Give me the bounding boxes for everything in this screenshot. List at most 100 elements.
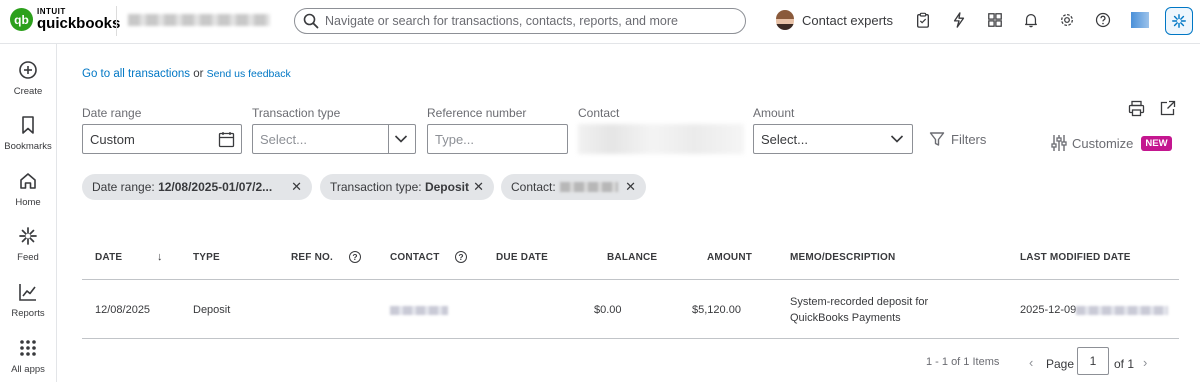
cell-contact-redacted [390, 306, 448, 315]
close-icon[interactable]: ✕ [291, 179, 302, 195]
gear-icon[interactable] [1058, 11, 1076, 29]
topbar-divider [116, 6, 117, 36]
apps-grid-icon[interactable] [986, 11, 1004, 29]
transaction-type-placeholder: Select... [260, 131, 307, 147]
col-last-modified[interactable]: LAST MODIFIED DATE [1020, 252, 1131, 263]
help-icon[interactable]: ? [349, 251, 361, 263]
col-amount[interactable]: AMOUNT [707, 252, 752, 263]
company-name-redacted [128, 14, 270, 26]
reference-number-label: Reference number [427, 106, 527, 120]
all-transactions-link[interactable]: Go to all transactions [82, 68, 190, 80]
chip-transaction-type: Transaction type: Deposit ✕ [320, 174, 494, 200]
date-range-field[interactable]: Custom [82, 124, 242, 154]
sidebar-label-bookmarks: Bookmarks [4, 141, 52, 152]
sidebar-label-create: Create [13, 86, 43, 97]
sidebar-label-all-apps: All apps [11, 364, 45, 375]
cell-date: 12/08/2025 [95, 304, 151, 316]
chevron-right-icon[interactable]: › [1143, 355, 1147, 370]
sparkle-icon[interactable] [1165, 7, 1193, 35]
funnel-icon [929, 132, 945, 146]
chip-transaction-type-value: Deposit [424, 180, 469, 194]
dots-grid-icon [20, 340, 36, 356]
top-links: Go to all transactions or Send us feedba… [82, 68, 291, 80]
sidebar-item-reports[interactable]: Reports [0, 282, 56, 319]
customize-label: Customize [1072, 135, 1134, 151]
chip-date-range-prefix: Date range: [92, 180, 155, 194]
top-bar: qb INTUIT quickbooks Contact experts [0, 0, 1200, 44]
filters-button[interactable]: Filters [929, 131, 986, 147]
print-icon[interactable] [1128, 100, 1145, 117]
col-due-date[interactable]: DUE DATE [496, 252, 548, 263]
chip-date-range: Date range: 12/08/2025-01/07/2... ✕ [82, 174, 312, 200]
search-input[interactable] [325, 14, 745, 28]
contact-field-redacted[interactable] [578, 124, 744, 154]
feedback-link[interactable]: Send us feedback [207, 68, 291, 80]
chip-date-range-value: 12/08/2025-01/07/2... [158, 180, 273, 194]
expert-avatar [776, 10, 794, 30]
help-icon[interactable] [1094, 11, 1112, 29]
home-icon [20, 173, 36, 189]
transaction-type-select[interactable]: Select... [252, 124, 416, 154]
chip-transaction-type-prefix: Transaction type: [330, 180, 422, 194]
col-memo[interactable]: MEMO/DESCRIPTION [790, 252, 895, 263]
date-range-label: Date range [82, 106, 142, 120]
clipboard-icon[interactable] [914, 11, 932, 29]
qb-logo-mark: qb [10, 8, 33, 31]
sidebar-item-feed[interactable]: Feed [0, 226, 56, 263]
amount-select[interactable]: Select... [753, 124, 913, 154]
col-balance[interactable]: BALANCE [607, 252, 657, 263]
sort-arrow-icon[interactable]: ↓ [157, 251, 163, 263]
new-badge: NEW [1141, 135, 1172, 151]
line-chart-icon [19, 284, 36, 301]
customize-button[interactable]: Customize NEW [1050, 134, 1172, 152]
cell-type: Deposit [193, 304, 231, 316]
chip-contact: Contact: ✕ [501, 174, 646, 200]
contact-experts-label: Contact experts [802, 12, 894, 28]
reference-number-placeholder: Type... [435, 131, 475, 147]
page-total: of 1 [1114, 357, 1135, 371]
cell-memo-line1: System-recorded deposit for [790, 296, 929, 308]
sidebar-item-all-apps[interactable]: All apps [0, 338, 56, 375]
col-contact[interactable]: CONTACT [390, 252, 440, 263]
bookmark-icon [22, 116, 34, 134]
contact-experts-button[interactable]: Contact experts [776, 10, 893, 30]
search-icon [303, 13, 319, 29]
app-square-icon[interactable] [1131, 12, 1149, 28]
reference-number-input[interactable]: Type... [427, 124, 568, 154]
sidebar-item-home[interactable]: Home [0, 171, 56, 208]
col-type[interactable]: TYPE [193, 252, 220, 263]
global-search[interactable] [294, 8, 746, 34]
sidebar-item-create[interactable]: Create [0, 60, 56, 97]
close-icon[interactable]: ✕ [473, 179, 484, 195]
page-label: Page [1046, 357, 1075, 371]
chevron-left-icon[interactable]: ‹ [1029, 355, 1033, 370]
cell-memo-line2: QuickBooks Payments [790, 312, 901, 324]
chip-contact-prefix: Contact: [511, 180, 556, 194]
or-text: or [193, 68, 204, 80]
sliders-icon [1051, 135, 1067, 151]
plus-circle-icon [19, 61, 37, 79]
left-sidebar: Create Bookmarks Home Feed Reports All a… [0, 44, 57, 382]
filters-label: Filters [951, 131, 987, 147]
cell-amount: $5,120.00 [692, 304, 741, 316]
bell-icon[interactable] [1022, 11, 1040, 29]
cell-last-modified: 2025-12-09 [1020, 304, 1077, 316]
date-range-value: Custom [90, 131, 135, 147]
help-icon[interactable]: ? [455, 251, 467, 263]
col-date[interactable]: DATE [95, 252, 122, 263]
sidebar-item-bookmarks[interactable]: Bookmarks [0, 115, 56, 152]
chevron-down-icon [890, 135, 904, 143]
export-icon[interactable] [1160, 100, 1176, 116]
page-number-input[interactable]: 1 [1077, 347, 1109, 375]
lightning-icon[interactable] [950, 11, 968, 29]
transaction-type-label: Transaction type [252, 106, 341, 120]
close-icon[interactable]: ✕ [625, 179, 636, 195]
sidebar-label-feed: Feed [17, 252, 39, 263]
calendar-icon [218, 132, 235, 148]
chevron-down-icon[interactable] [394, 134, 408, 144]
quickbooks-logo[interactable]: qb INTUIT quickbooks [10, 8, 120, 31]
sparkle-icon [19, 227, 37, 245]
cell-last-modified-redacted [1076, 306, 1168, 315]
col-ref-no[interactable]: REF NO. [291, 252, 333, 263]
quickbooks-wordmark: quickbooks [37, 15, 121, 32]
